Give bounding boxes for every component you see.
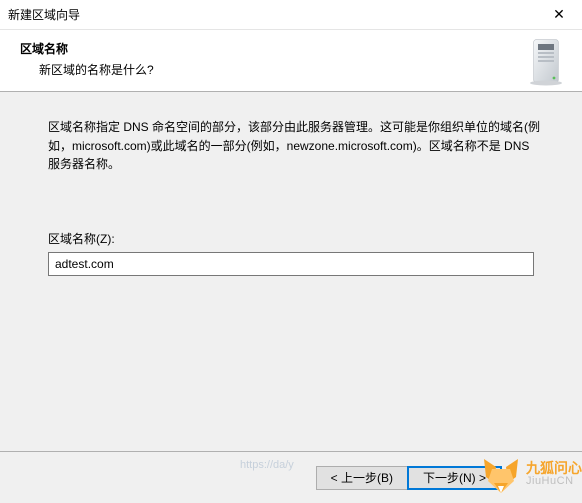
- header-text: 区域名称 新区域的名称是什么?: [20, 40, 154, 78]
- back-button[interactable]: < 上一步(B): [316, 466, 408, 490]
- wizard-footer: < 上一步(B) 下一步(N) > 取消: [0, 451, 582, 503]
- server-icon: [526, 38, 568, 86]
- wizard-header: 区域名称 新区域的名称是什么?: [0, 30, 582, 92]
- wizard-body: 区域名称指定 DNS 命名空间的部分，该部分由此服务器管理。这可能是你组织单位的…: [0, 92, 582, 451]
- zone-description: 区域名称指定 DNS 命名空间的部分，该部分由此服务器管理。这可能是你组织单位的…: [48, 118, 542, 174]
- close-button[interactable]: ✕: [536, 0, 582, 30]
- close-icon: ✕: [553, 6, 565, 23]
- header-heading: 区域名称: [20, 42, 68, 56]
- zone-name-label: 区域名称(Z):: [48, 230, 542, 247]
- window-title: 新建区域向导: [8, 6, 80, 23]
- titlebar: 新建区域向导 ✕: [0, 0, 582, 30]
- header-subtitle: 新区域的名称是什么?: [39, 61, 154, 78]
- zone-name-field: 区域名称(Z):: [48, 230, 542, 276]
- next-button[interactable]: 下一步(N) >: [407, 466, 502, 490]
- zone-name-input[interactable]: [48, 252, 534, 276]
